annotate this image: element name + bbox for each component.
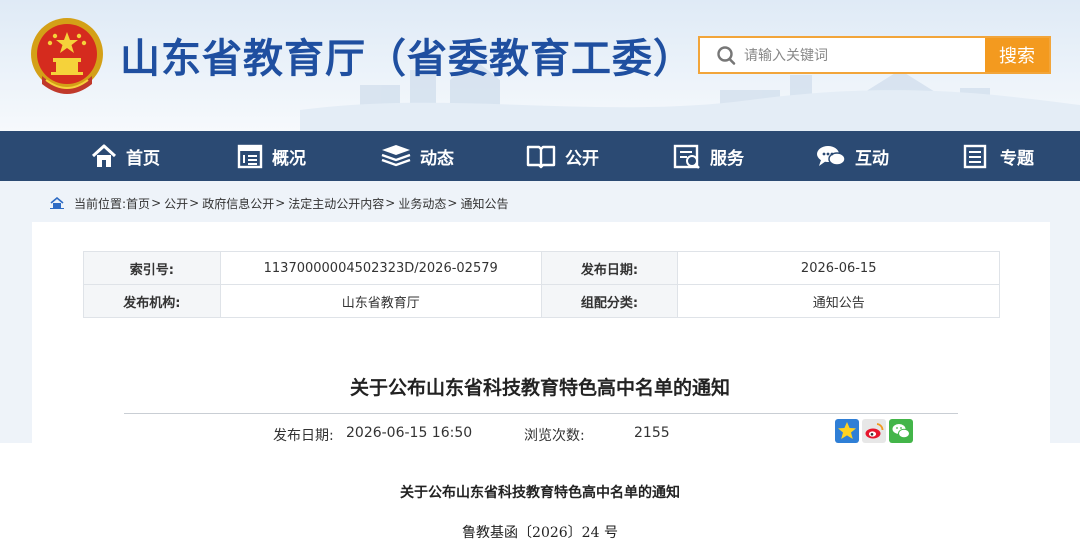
breadcrumb-item-home[interactable]: 首页 [126, 195, 150, 212]
nav-item-topic[interactable]: 专题 [962, 131, 1034, 181]
book-icon [526, 145, 556, 169]
overview-icon [237, 144, 263, 169]
breadcrumb-separator: > [151, 196, 162, 210]
nav-label-overview: 概况 [272, 148, 306, 169]
document-meta-table: 索引号: 11370000004502323D/2026-02579 发布日期:… [83, 251, 1000, 318]
breadcrumb-separator: > [275, 196, 286, 210]
breadcrumb-separator: > [385, 196, 396, 210]
date-value: 2026-06-15 [677, 251, 1000, 285]
breadcrumb-item-gov-info[interactable]: 政府信息公开 [202, 195, 274, 212]
nav-item-interact[interactable]: 互动 [815, 131, 889, 181]
body-title: 关于公布山东省科技教育特色高中名单的通知 [400, 485, 680, 501]
nav-item-home[interactable]: 首页 [90, 131, 160, 181]
org-label: 发布机构: [83, 284, 221, 318]
breadcrumb-separator: > [447, 196, 458, 210]
index-value: 11370000004502323D/2026-02579 [219, 251, 542, 285]
category-value: 通知公告 [677, 284, 1000, 318]
news-icon [381, 145, 411, 167]
nav-label-topic: 专题 [1000, 148, 1034, 169]
home-icon [91, 144, 117, 167]
nav-item-public[interactable]: 公开 [525, 131, 599, 181]
nav-label-news: 动态 [420, 148, 454, 169]
main-nav: 首页 概况 动态 公开 服务 互动 专题 [0, 131, 1080, 181]
publish-date-label: 发布日期: [273, 428, 334, 444]
weibo-icon[interactable] [862, 419, 886, 443]
search-box: 搜索 [698, 36, 1051, 74]
nav-item-news[interactable]: 动态 [380, 131, 454, 181]
views-label: 浏览次数: [524, 428, 585, 444]
nav-label-service: 服务 [710, 148, 744, 169]
qzone-icon[interactable] [835, 419, 859, 443]
table-row: 发布机构: 山东省教育厅 组配分类: 通知公告 [83, 284, 1000, 318]
nav-label-interact: 互动 [855, 148, 889, 169]
article-title: 关于公布山东省科技教育特色高中名单的通知 [349, 377, 730, 399]
chat-icon [817, 146, 846, 166]
breadcrumb-item-public[interactable]: 公开 [164, 195, 188, 212]
title-divider [124, 413, 958, 414]
index-label: 索引号: [83, 251, 221, 285]
breadcrumb-item-statutory[interactable]: 法定主动公开内容 [288, 195, 384, 212]
search-input[interactable] [742, 38, 985, 72]
publish-date-value: 2026-06-15 16:50 [346, 425, 473, 441]
wechat-icon[interactable] [889, 419, 913, 443]
site-title: 山东省教育厅（省委教育工委） [120, 36, 694, 82]
site-header: 山东省教育厅（省委教育工委） 搜索 [0, 0, 1080, 131]
breadcrumb: 当前位置: 首页 > 公开 > 政府信息公开 > 法定主动公开内容 > 业务动态 > 通知… [50, 194, 508, 212]
nav-item-overview[interactable]: 概况 [236, 131, 306, 181]
location-home-icon [50, 197, 64, 209]
views-value: 2155 [634, 425, 670, 441]
org-value: 山东省教育厅 [219, 284, 542, 318]
breadcrumb-item-notices[interactable]: 通知公告 [460, 195, 508, 212]
nav-label-home: 首页 [126, 148, 160, 169]
service-icon [673, 144, 700, 169]
breadcrumb-item-business[interactable]: 业务动态 [398, 195, 446, 212]
search-icon [700, 38, 742, 72]
search-button[interactable]: 搜索 [985, 38, 1049, 72]
national-emblem-logo [31, 18, 103, 94]
date-label: 发布日期: [540, 251, 679, 285]
table-row: 索引号: 11370000004502323D/2026-02579 发布日期:… [83, 251, 1000, 285]
document-number: 鲁教基函〔2026〕24 号 [462, 525, 618, 541]
nav-label-public: 公开 [565, 148, 599, 169]
topic-icon [963, 144, 987, 169]
category-label: 组配分类: [540, 284, 679, 318]
nav-item-service[interactable]: 服务 [672, 131, 744, 181]
breadcrumb-separator: > [189, 196, 200, 210]
breadcrumb-prefix: 当前位置: [74, 196, 127, 211]
